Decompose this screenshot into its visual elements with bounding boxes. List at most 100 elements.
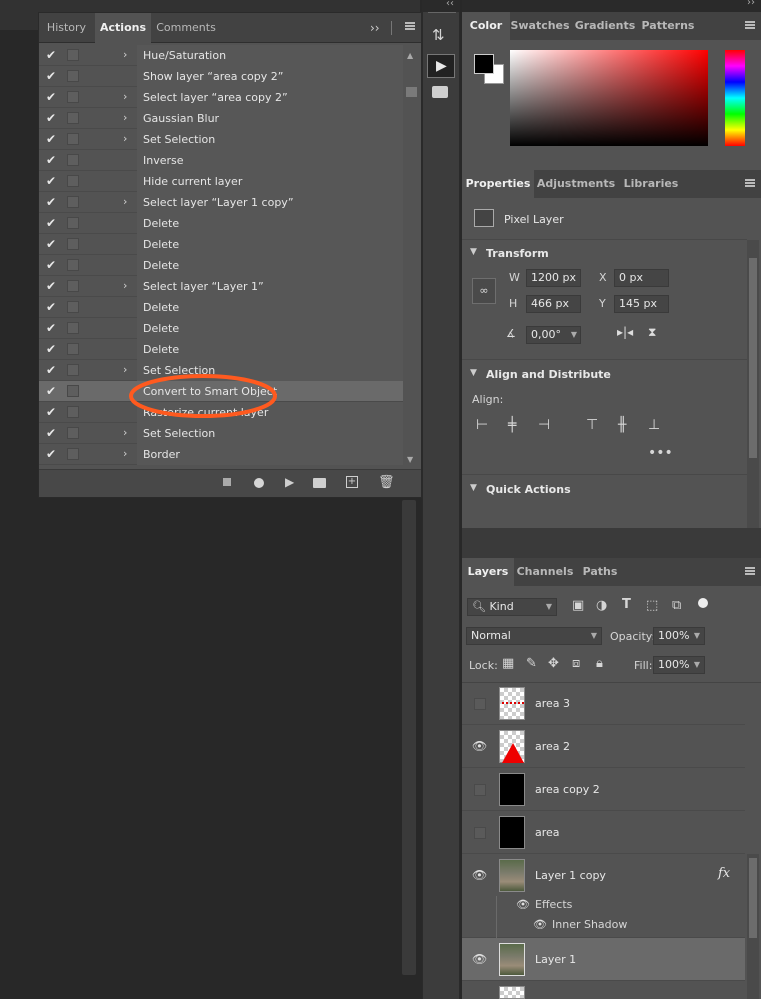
tab-properties[interactable]: Properties	[462, 170, 534, 198]
layer-name[interactable]: area	[535, 826, 560, 839]
tab-color[interactable]: Color	[462, 12, 510, 40]
record-icon[interactable]	[254, 478, 264, 488]
dialog-toggle-box[interactable]	[67, 112, 79, 124]
action-row[interactable]: ✔ Delete	[39, 339, 403, 360]
checkmark-icon[interactable]: ✔	[46, 69, 58, 83]
dialog-toggle-box[interactable]	[67, 448, 79, 460]
action-row[interactable]: ✔ Show layer “area copy 2”	[39, 66, 403, 87]
trash-icon[interactable]: 🗑	[378, 475, 395, 490]
tab-swatches[interactable]: Swatches	[510, 12, 570, 40]
dialog-toggle-box[interactable]	[67, 238, 79, 250]
expand-chevron-icon[interactable]: ›	[123, 111, 127, 124]
opacity-field[interactable]: 100% ▼	[653, 627, 705, 645]
x-field[interactable]: 0 px	[614, 269, 669, 287]
checkmark-icon[interactable]: ✔	[46, 363, 58, 377]
properties-menu-icon[interactable]	[745, 179, 755, 187]
checkmark-icon[interactable]: ✔	[46, 384, 58, 398]
dialog-toggle-box[interactable]	[67, 49, 79, 61]
action-row[interactable]: ✔ › Border	[39, 444, 403, 465]
action-row[interactable]: ✔ › Select layer “Layer 1 copy”	[39, 192, 403, 213]
history-icon[interactable]: ⇅	[432, 26, 445, 44]
lock-transparent-icon[interactable]: ▦	[502, 656, 514, 671]
expand-chevron-icon[interactable]: ›	[123, 279, 127, 292]
properties-scrollbar[interactable]	[747, 240, 759, 528]
checkmark-icon[interactable]: ✔	[46, 111, 58, 125]
tab-actions[interactable]: Actions	[95, 13, 151, 43]
color-menu-icon[interactable]	[745, 21, 755, 29]
dialog-toggle-box[interactable]	[67, 259, 79, 271]
checkmark-icon[interactable]: ✔	[46, 216, 58, 230]
tab-comments[interactable]: Comments	[152, 13, 220, 43]
scroll-up-icon[interactable]: ▲	[407, 51, 413, 60]
checkmark-icon[interactable]: ✔	[46, 405, 58, 419]
opacity-dropdown-icon[interactable]: ▼	[694, 628, 700, 644]
flip-horizontal-icon[interactable]: ▸|◂	[617, 325, 633, 339]
effects-eye-icon[interactable]: 👁︎	[516, 898, 530, 911]
dialog-toggle-box[interactable]	[67, 385, 79, 397]
layer-name[interactable]: Layer 1	[535, 953, 576, 966]
layers-scrollbar[interactable]	[747, 854, 759, 999]
eye-icon[interactable]: 👁︎	[472, 739, 487, 753]
dialog-toggle-box[interactable]	[67, 301, 79, 313]
filter-kind-select[interactable]: 🔍︎ Kind ▼	[467, 598, 557, 616]
actions-button[interactable]: ▶	[427, 54, 455, 78]
scroll-down-icon[interactable]: ▼	[407, 455, 413, 464]
tab-paths[interactable]: Paths	[578, 558, 622, 586]
foreground-color-swatch[interactable]	[474, 54, 494, 74]
width-field[interactable]: 1200 px	[526, 269, 581, 287]
action-row[interactable]: ✔ › Select layer “area copy 2”	[39, 87, 403, 108]
checkmark-icon[interactable]: ✔	[46, 237, 58, 251]
layer-name[interactable]: area 3	[535, 697, 570, 710]
collapse-bar[interactable]: ‹‹	[422, 0, 460, 12]
visibility-toggle[interactable]	[474, 827, 486, 839]
hue-slider[interactable]	[725, 50, 745, 146]
more-options-icon[interactable]: •••	[648, 445, 673, 461]
collapse-chevrons-icon[interactable]: ››	[370, 21, 380, 35]
properties-scroll-thumb[interactable]	[749, 258, 757, 458]
eye-icon[interactable]: 👁︎	[472, 868, 487, 882]
layer-name[interactable]: area copy 2	[535, 783, 600, 796]
align-top-icon[interactable]: ⊤	[586, 417, 598, 433]
y-field[interactable]: 145 px	[614, 295, 669, 313]
filter-shape-icon[interactable]: ⬚	[646, 598, 658, 613]
action-row[interactable]: ✔ › Gaussian Blur	[39, 108, 403, 129]
dialog-toggle-box[interactable]	[67, 175, 79, 187]
dialog-toggle-box[interactable]	[67, 133, 79, 145]
action-row[interactable]: ✔ Delete	[39, 213, 403, 234]
panel-menu-icon[interactable]	[405, 22, 415, 30]
checkmark-icon[interactable]: ✔	[46, 195, 58, 209]
transform-collapse-icon[interactable]: ▼	[470, 247, 477, 257]
dialog-toggle-box[interactable]	[67, 154, 79, 166]
align-bottom-icon[interactable]: ⊥	[648, 417, 660, 433]
tab-adjustments[interactable]: Adjustments	[536, 170, 616, 198]
lock-artboard-icon[interactable]: ⧈	[572, 656, 580, 671]
action-row[interactable]: ✔ › Select layer “Layer 1”	[39, 276, 403, 297]
expand-chevron-icon[interactable]: ›	[123, 90, 127, 103]
expand-chevron-icon[interactable]: ›	[123, 48, 127, 61]
quick-actions-collapse-icon[interactable]: ▼	[470, 483, 477, 493]
visibility-toggle[interactable]	[474, 784, 486, 796]
layer-name[interactable]: area 2	[535, 740, 570, 753]
checkmark-icon[interactable]: ✔	[46, 258, 58, 272]
checkmark-icon[interactable]: ✔	[46, 132, 58, 146]
height-field[interactable]: 466 px	[526, 295, 581, 313]
layers-menu-icon[interactable]	[745, 567, 755, 575]
action-row[interactable]: ✔ › Set Selection	[39, 423, 403, 444]
action-row[interactable]: ✔ Hide current layer	[39, 171, 403, 192]
layer-row[interactable]: area copy 2	[462, 768, 745, 811]
flip-vertical-icon[interactable]: ⧗	[648, 325, 656, 340]
dialog-toggle-box[interactable]	[67, 91, 79, 103]
filter-toggle-icon[interactable]	[698, 598, 708, 608]
align-vertical-center-icon[interactable]: ╫	[618, 417, 626, 433]
expand-chevron-icon[interactable]: ›	[123, 132, 127, 145]
checkmark-icon[interactable]: ✔	[46, 447, 58, 461]
tab-patterns[interactable]: Patterns	[640, 12, 696, 40]
checkmark-icon[interactable]: ✔	[46, 279, 58, 293]
align-horizontal-center-icon[interactable]: ╪	[508, 417, 516, 433]
layer-row-selected[interactable]: 👁︎ Layer 1	[462, 938, 745, 981]
fill-field[interactable]: 100% ▼	[653, 656, 705, 674]
eye-icon[interactable]: 👁︎	[472, 952, 487, 966]
align-left-icon[interactable]: ⊢	[476, 417, 488, 433]
dialog-toggle-box[interactable]	[67, 217, 79, 229]
blend-mode-select[interactable]: Normal ▼	[466, 627, 602, 645]
